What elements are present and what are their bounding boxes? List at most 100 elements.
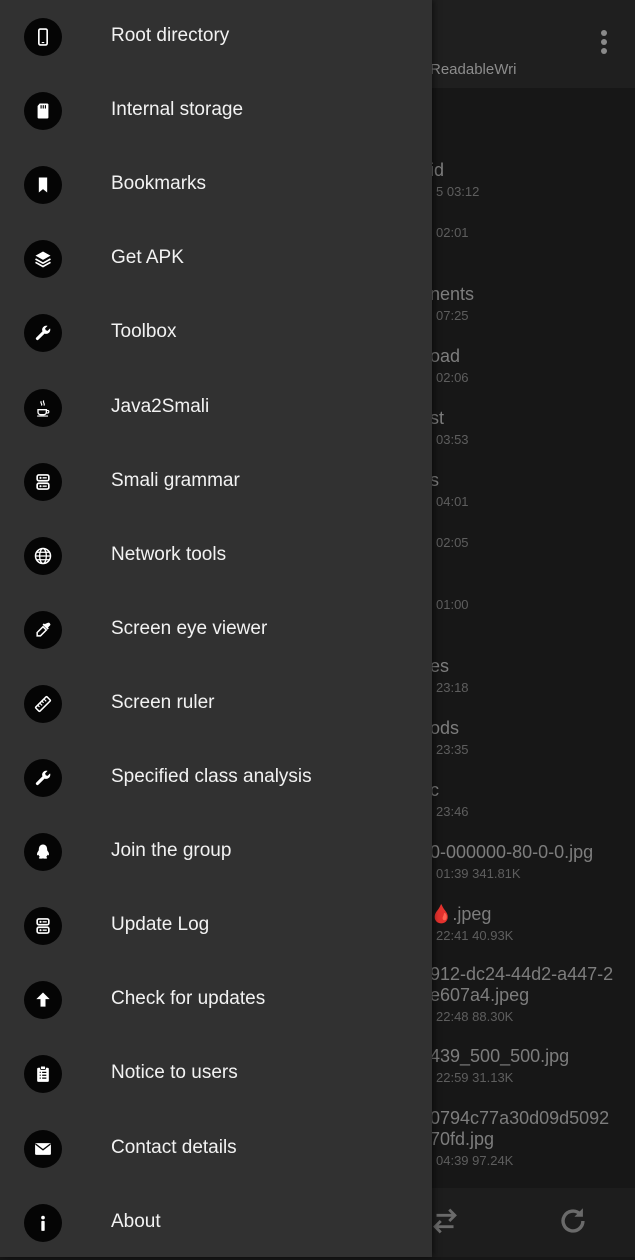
file-list-item[interactable]: 🩸.jpeg 22:41 40.93K <box>430 904 635 944</box>
file-meta: 02:05 <box>436 535 469 550</box>
more-options-icon[interactable] <box>594 30 614 60</box>
file-name: id <box>430 160 445 180</box>
sd-card-icon <box>24 92 62 131</box>
menu-item-join-the-group[interactable]: Join the group <box>0 815 432 889</box>
file-name: s <box>430 470 439 490</box>
info-icon <box>24 1203 62 1242</box>
file-name: nents <box>430 284 475 304</box>
wrench-icon <box>24 759 62 797</box>
file-name: 912-dc24-44d2-a447-2 <box>430 964 614 984</box>
file-list-item[interactable]: es 23:18 <box>430 656 635 696</box>
menu-item-label: Check for updates <box>111 988 266 1010</box>
menu-item-bookmarks[interactable]: Bookmarks <box>0 148 432 222</box>
file-name-continued: 70fd.jpg <box>430 1129 495 1149</box>
menu-item-label: Notice to users <box>111 1062 238 1084</box>
path-breadcrumb[interactable]: ReadableWri <box>430 61 516 78</box>
file-meta: 22:48 88.30K <box>436 1009 514 1024</box>
menu-item-root-directory[interactable]: Root directory <box>0 0 432 74</box>
file-meta: 23:46 <box>436 804 469 819</box>
menu-item-label: Get APK <box>111 247 184 269</box>
menu-item-label: Network tools <box>111 543 227 565</box>
menu-item-label: About <box>111 1210 161 1232</box>
menu-item-label: Update Log <box>111 914 210 936</box>
menu-item-label: Internal storage <box>111 99 244 121</box>
menu-item-get-apk[interactable]: Get APK <box>0 222 432 296</box>
menu-item-specified-class-analysis[interactable]: Specified class analysis <box>0 741 432 815</box>
file-list-item[interactable]: 01:00 <box>430 594 635 613</box>
menu-item-screen-eye-viewer[interactable]: Screen eye viewer <box>0 593 432 667</box>
swap-icon[interactable] <box>428 1204 462 1238</box>
menu-item-about[interactable]: About <box>0 1186 432 1260</box>
menu-item-update-log[interactable]: Update Log <box>0 889 432 963</box>
qq-penguin-icon <box>24 833 62 872</box>
file-name: oad <box>430 346 461 366</box>
envelope-icon <box>24 1129 62 1168</box>
file-name: c <box>430 780 439 800</box>
file-meta: 03:53 <box>436 432 469 447</box>
database-icon <box>24 462 62 501</box>
file-list-item[interactable]: 0794c77a30d09d5092 70fd.jpg 04:39 97.24K <box>430 1108 635 1169</box>
file-meta: 5 03:12 <box>436 184 480 199</box>
file-list-item[interactable]: id 5 03:12 <box>430 160 635 200</box>
menu-item-label: Contact details <box>111 1136 237 1158</box>
file-name: 0-000000-80-0-0.jpg <box>430 842 594 862</box>
globe-icon <box>24 536 62 575</box>
file-name: ods <box>430 718 460 738</box>
file-list-item[interactable]: 912-dc24-44d2-a447-2 e607a4.jpeg 22:48 88.… <box>430 964 635 1025</box>
file-meta: 23:35 <box>436 742 469 757</box>
navigation-drawer: Root directory Internal storage Bookmarks G… <box>0 0 432 1257</box>
file-name: 439_500_500.jpg <box>430 1046 570 1066</box>
arrow-up-icon <box>24 981 62 1020</box>
file-meta: 22:41 40.93K <box>436 928 514 943</box>
menu-item-label: Join the group <box>111 840 232 862</box>
file-meta: 01:39 341.81K <box>436 866 521 881</box>
file-meta: 04:39 97.24K <box>436 1153 514 1168</box>
menu-item-check-for-updates[interactable]: Check for updates <box>0 963 432 1037</box>
file-meta: 23:18 <box>436 680 469 695</box>
menu-item-label: Bookmarks <box>111 173 207 195</box>
file-list-item[interactable]: st 03:53 <box>430 408 635 448</box>
phone-icon <box>24 18 62 56</box>
file-list-item[interactable]: c 23:46 <box>430 780 635 820</box>
file-list-item[interactable]: nents 07:25 <box>430 284 635 324</box>
menu-item-label: Toolbox <box>111 321 177 343</box>
menu-item-notice-to-users[interactable]: Notice to users <box>0 1037 432 1111</box>
file-list-item[interactable]: 02:05 <box>430 532 635 551</box>
file-meta: 02:01 <box>436 225 469 240</box>
layers-icon <box>24 240 62 279</box>
bookmark-icon <box>24 166 62 205</box>
file-name: es <box>430 656 450 676</box>
menu-item-label: Root directory <box>111 25 230 46</box>
menu-item-toolbox[interactable]: Toolbox <box>0 296 432 370</box>
menu-item-smali-grammar[interactable]: Smali grammar <box>0 445 432 519</box>
file-name: 🩸.jpeg <box>430 904 492 924</box>
menu-item-network-tools[interactable]: Network tools <box>0 519 432 593</box>
menu-item-internal-storage[interactable]: Internal storage <box>0 74 432 148</box>
file-list-item[interactable]: 02:01 <box>430 222 635 241</box>
file-name: 0794c77a30d09d5092 <box>430 1108 610 1128</box>
wrench-icon <box>24 314 62 353</box>
refresh-icon[interactable] <box>556 1204 590 1238</box>
clipboard-icon <box>24 1055 62 1094</box>
menu-item-label: Smali grammar <box>111 469 240 491</box>
menu-item-label: Screen eye viewer <box>111 617 268 639</box>
java-cup-icon <box>24 388 62 427</box>
ruler-icon <box>24 684 62 723</box>
menu-item-screen-ruler[interactable]: Screen ruler <box>0 667 432 741</box>
file-list-item[interactable]: ods 23:35 <box>430 718 635 758</box>
eyedropper-icon <box>24 610 62 649</box>
menu-item-contact-details[interactable]: Contact details <box>0 1112 432 1186</box>
file-list-item[interactable]: oad 02:06 <box>430 346 635 386</box>
file-meta: 02:06 <box>436 370 469 385</box>
file-name-continued: e607a4.jpeg <box>430 985 530 1005</box>
file-list-item[interactable]: 439_500_500.jpg 22:59 31.13K <box>430 1046 635 1086</box>
file-list-item[interactable]: 0-000000-80-0-0.jpg 01:39 341.81K <box>430 842 635 882</box>
file-name: st <box>430 408 445 428</box>
file-meta: 01:00 <box>436 597 469 612</box>
file-list-item[interactable]: s 04:01 <box>430 470 635 510</box>
database-icon <box>24 907 62 946</box>
menu-item-label: Screen ruler <box>111 691 215 713</box>
file-meta: 22:59 31.13K <box>436 1070 514 1085</box>
file-meta: 04:01 <box>436 494 469 509</box>
menu-item-java2smali[interactable]: Java2Smali <box>0 371 432 445</box>
